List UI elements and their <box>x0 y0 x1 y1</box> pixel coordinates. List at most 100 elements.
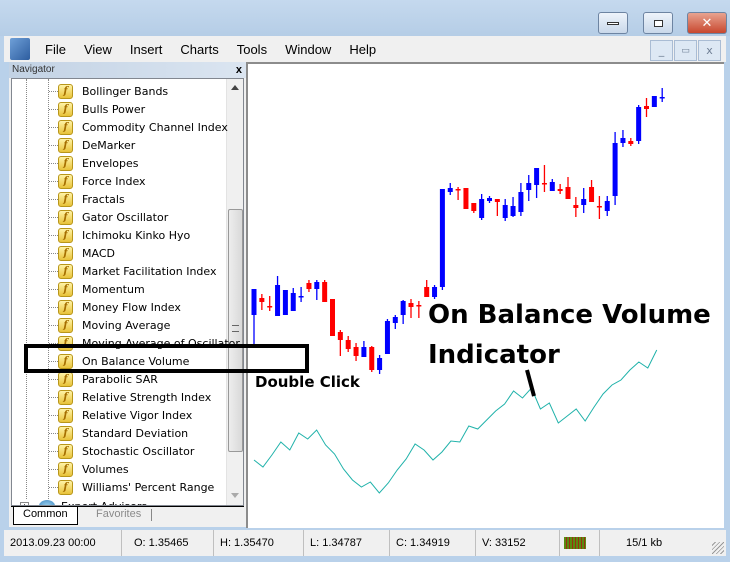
bull-candle <box>377 358 383 370</box>
bull-candle <box>510 206 516 216</box>
tree-label: Parabolic SAR <box>82 372 158 386</box>
tree-connector <box>49 163 58 164</box>
tree-connector <box>49 91 58 92</box>
tree-item-gator-oscillator[interactable]: f Gator Oscillator <box>58 208 168 226</box>
tree-label: Stochastic Oscillator <box>82 444 195 458</box>
restore-icon: ▭ <box>681 45 690 56</box>
tree-connector <box>49 199 58 200</box>
indicator-function-icon: f <box>58 371 73 387</box>
mdi-close-button[interactable]: x <box>698 40 721 61</box>
tree-item-ichimoku-kinko-hyo[interactable]: f Ichimoku Kinko Hyo <box>58 226 190 244</box>
tree-label: Gator Oscillator <box>82 210 169 224</box>
menu-insert[interactable]: Insert <box>121 42 172 57</box>
tab-divider <box>11 506 244 507</box>
navigator-scrollbar[interactable] <box>226 79 243 505</box>
tree-item-momentum[interactable]: f Momentum <box>58 280 145 298</box>
tree-label: Fractals <box>82 192 125 206</box>
bull-candle <box>432 287 438 297</box>
tree-item-stochastic-oscillator[interactable]: f Stochastic Oscillator <box>58 442 194 460</box>
bear-candle <box>573 205 579 208</box>
chart-area[interactable] <box>246 62 724 528</box>
bear-candle <box>589 187 595 202</box>
tree-connector <box>49 397 58 398</box>
bull-candle <box>251 289 257 315</box>
indicator-function-icon: f <box>58 83 73 99</box>
indicator-function-icon: f <box>58 245 73 261</box>
grip-icon <box>232 325 239 332</box>
menu-window[interactable]: Window <box>276 42 340 57</box>
indicator-function-icon: f <box>58 119 73 135</box>
scroll-down-icon[interactable] <box>231 493 239 498</box>
candlestick-chart[interactable] <box>248 64 726 530</box>
tree-item-bulls-power[interactable]: f Bulls Power <box>58 100 145 118</box>
tree-connector <box>49 289 58 290</box>
tree-item-relative-strength-index[interactable]: f Relative Strength Index <box>58 388 211 406</box>
tree-item-fractals[interactable]: f Fractals <box>58 190 125 208</box>
tab-favorites[interactable]: Favorites <box>87 506 150 525</box>
tree-connector <box>49 451 58 452</box>
tree-guide-line <box>26 79 27 499</box>
tree-item-moving-average[interactable]: f Moving Average <box>58 316 170 334</box>
tree-item-volumes[interactable]: f Volumes <box>58 460 129 478</box>
bull-candle <box>282 290 288 315</box>
indicator-function-icon: f <box>58 281 73 297</box>
menu-help[interactable]: Help <box>340 42 385 57</box>
bear-candle <box>369 347 375 370</box>
menu-charts[interactable]: Charts <box>171 42 227 57</box>
tree-connector <box>49 235 58 236</box>
navigator-tabs: Common Favorites <box>11 506 244 526</box>
tree-label: Money Flow Index <box>82 300 181 314</box>
tree-item-macd[interactable]: f MACD <box>58 244 115 262</box>
tree-item-market-facilitation-index[interactable]: f Market Facilitation Index <box>58 262 217 280</box>
app-icon[interactable] <box>10 38 30 60</box>
tree-item-force-index[interactable]: f Force Index <box>58 172 146 190</box>
scroll-thumb[interactable] <box>228 209 243 452</box>
bull-candle <box>290 293 296 311</box>
tree-item-envelopes[interactable]: f Envelopes <box>58 154 138 172</box>
indicator-function-icon: f <box>58 173 73 189</box>
window-minimize-button[interactable] <box>598 12 628 34</box>
tree-item-commodity-channel-index[interactable]: f Commodity Channel Index <box>58 118 228 136</box>
tree-connector <box>49 127 58 128</box>
tree-item-williams-percent-range[interactable]: f Williams' Percent Range <box>58 478 214 496</box>
menu-file[interactable]: File <box>36 42 75 57</box>
bull-candle <box>549 182 555 191</box>
resize-grip-icon[interactable] <box>712 542 724 554</box>
tree-folder-expert-advisors[interactable]: + Expert Advisors <box>20 499 147 505</box>
tree-item-standard-deviation[interactable]: f Standard Deviation <box>58 424 188 442</box>
tree-item-money-flow-index[interactable]: f Money Flow Index <box>58 298 181 316</box>
indicator-function-icon: f <box>58 101 73 117</box>
bull-candle <box>659 97 665 99</box>
menu-tools[interactable]: Tools <box>228 42 276 57</box>
tree-item-bollinger-bands[interactable]: f Bollinger Bands <box>58 82 168 100</box>
bull-candle <box>384 321 390 354</box>
navigator-close-button[interactable]: x <box>236 62 242 78</box>
bull-candle <box>275 285 281 316</box>
tab-common[interactable]: Common <box>13 506 78 525</box>
bear-candle <box>463 188 469 209</box>
window-maximize-button[interactable] <box>643 12 673 34</box>
bear-candle <box>306 283 312 289</box>
tree-item-relative-vigor-index[interactable]: f Relative Vigor Index <box>58 406 192 424</box>
bear-candle <box>416 305 422 307</box>
tree-connector <box>49 271 58 272</box>
mdi-restore-button[interactable]: ▭ <box>674 40 697 61</box>
tree-label: Market Facilitation Index <box>82 264 217 278</box>
tree-label: Moving Average <box>82 318 171 332</box>
menu-view[interactable]: View <box>75 42 121 57</box>
tree-label: Relative Strength Index <box>82 390 212 404</box>
navigator-tree[interactable]: + Expert Advisors f Bollinger Bands f Bulls… <box>11 78 244 506</box>
bear-candle <box>330 299 335 336</box>
tree-label: DeMarker <box>82 138 136 152</box>
bear-candle <box>408 303 414 307</box>
highlight-box <box>24 344 309 373</box>
indicator-function-icon: f <box>58 425 73 441</box>
window-close-button[interactable]: ✕ <box>687 12 727 34</box>
tree-item-demarker[interactable]: f DeMarker <box>58 136 135 154</box>
maximize-icon <box>653 19 663 27</box>
bear-candle <box>541 183 547 185</box>
scroll-up-icon[interactable] <box>231 85 239 90</box>
tree-connector <box>49 181 58 182</box>
mdi-minimize-button[interactable]: _ <box>650 40 673 61</box>
bull-candle <box>447 188 453 192</box>
